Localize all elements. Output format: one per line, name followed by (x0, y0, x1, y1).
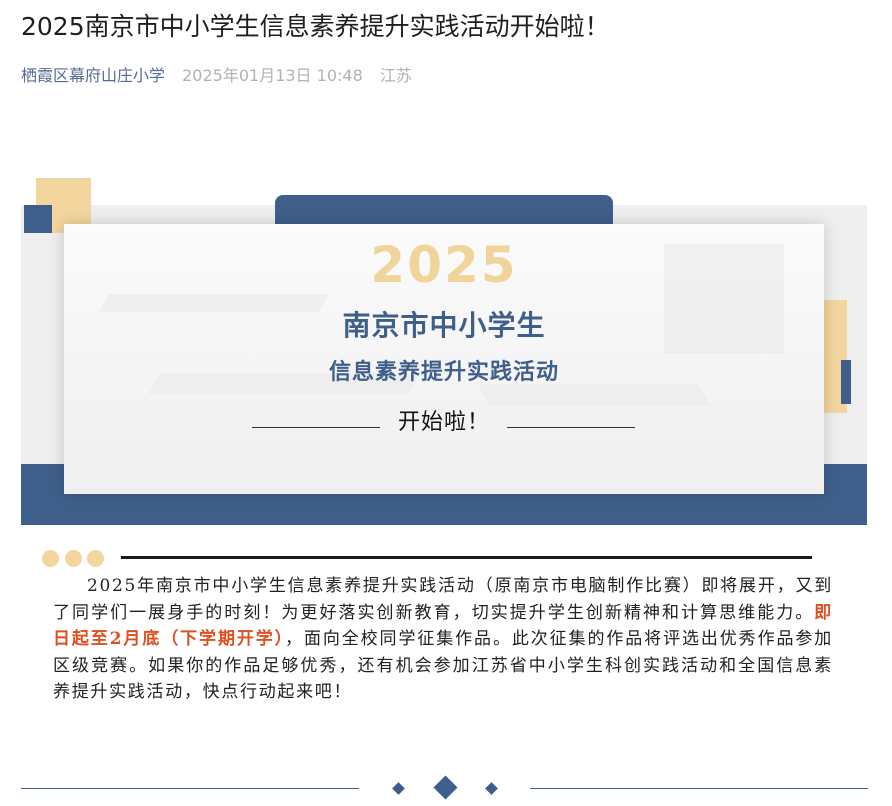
article-title: 2025南京市中小学生信息素养提升实践活动开始啦！ (21, 12, 610, 41)
section-divider (121, 556, 812, 559)
publish-location: 江苏 (379, 66, 412, 85)
banner-tagline: 开始啦！ (397, 410, 490, 435)
banner-subheading: 信息素养提升实践活动 (328, 360, 559, 385)
article-body: 2025年南京市中小学生信息素养提升实践活动（原南京市电脑制作比赛）即将展开，又… (53, 573, 833, 706)
article-meta: 栖霞区幕府山庄小学 2025年01月13日 10:48 江苏 (21, 62, 412, 86)
decor-dot (87, 550, 104, 567)
decor-dot (65, 550, 82, 567)
body-paragraph: 2025年南京市中小学生信息素养提升实践活动（原南京市电脑制作比赛）即将展开，又… (53, 573, 833, 706)
diamond-icon (392, 782, 405, 795)
banner-top-tab (275, 195, 613, 225)
footer-rule-right (530, 788, 868, 789)
diamond-icon (433, 775, 458, 800)
diamond-icon (485, 782, 498, 795)
banner-navy-square (24, 205, 52, 233)
banner-heading: 南京市中小学生 (342, 309, 546, 342)
banner-year: 2025 (370, 236, 518, 294)
classroom-desk-shape (477, 384, 711, 406)
publish-time: 2025年01月13日 10:48 (182, 66, 363, 85)
decor-dot (42, 550, 59, 567)
banner-right-navy-bar (841, 360, 851, 404)
footer-rule-left (21, 788, 359, 789)
body-text-before: 2025年南京市中小学生信息素养提升实践活动（原南京市电脑制作比赛）即将展开，又… (53, 576, 833, 623)
banner-card: 2025 南京市中小学生 信息素养提升实践活动 开始啦！ (64, 224, 824, 494)
author-link[interactable]: 栖霞区幕府山庄小学 (21, 66, 165, 85)
banner-image: 2025 南京市中小学生 信息素养提升实践活动 开始啦！ (21, 178, 869, 526)
banner-rule-right (507, 427, 635, 428)
